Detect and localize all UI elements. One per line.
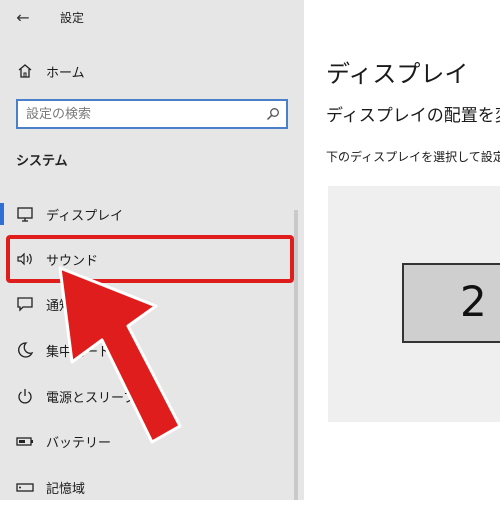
title-bar: ← 設定 [0,0,304,34]
sidebar-item-storage[interactable]: 記憶域 [0,467,294,507]
page-title: ディスプレイ [326,60,469,88]
display-arrangement-area: 2 [328,186,500,422]
main-content: ディスプレイ ディスプレイの配置を変更する 下のディスプレイを選択して設定を変更… [304,0,500,500]
notification-icon [17,297,33,312]
back-arrow-icon: ← [16,7,30,27]
monitor-number: 2 [460,277,487,326]
monitor-icon [17,207,33,222]
search-box[interactable] [16,99,288,129]
monitor-tile[interactable]: 2 [402,263,500,343]
section-title: システム [16,154,68,169]
back-button[interactable]: ← [10,4,36,30]
sidebar-item-display[interactable]: ディスプレイ [0,194,294,234]
power-icon [18,389,32,404]
sidebar-scrollbar[interactable] [294,210,298,500]
nav-home[interactable]: ホーム [0,56,304,86]
search-icon[interactable] [266,107,280,121]
battery-icon [16,437,33,446]
annotation-arrow-icon [58,266,182,444]
storage-icon [16,483,34,492]
nav-home-label: ホーム [46,66,85,81]
home-icon [18,64,32,78]
section-heading: ディスプレイの配置を変更する [326,106,500,126]
moon-icon [18,342,34,358]
sidebar-item-label: 記憶域 [46,482,86,497]
sidebar-item-label: ディスプレイ [46,209,124,224]
description-text: 下のディスプレイを選択して設定を変更してください。 [326,150,500,164]
search-input[interactable] [26,105,252,123]
app-title: 設定 [60,11,85,25]
